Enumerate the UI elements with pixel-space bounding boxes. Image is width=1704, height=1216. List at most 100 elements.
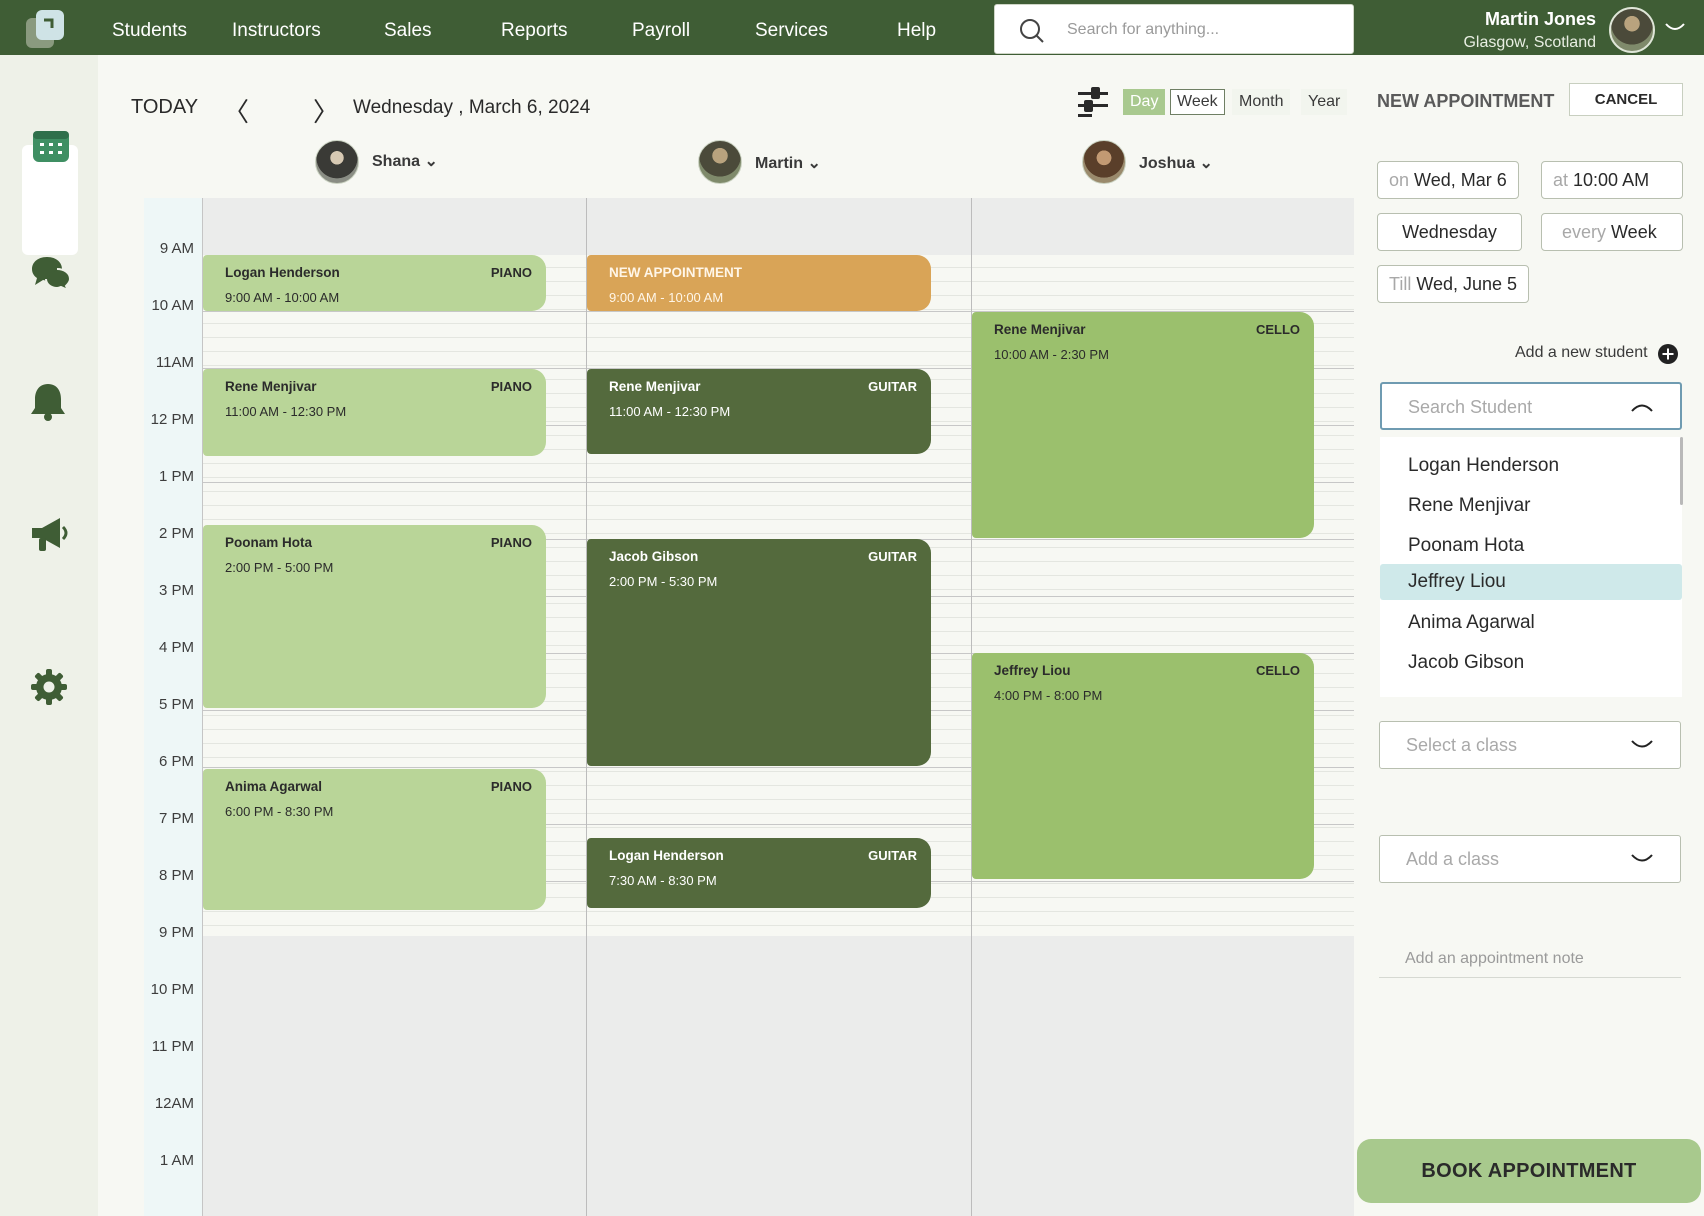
appointment-card[interactable]: Logan Henderson 9:00 AM - 10:00 AM PIANO xyxy=(203,255,546,311)
chevron-down-icon: ⌄ xyxy=(807,155,821,172)
next-day-button[interactable]: 〉 xyxy=(313,92,339,129)
appointment-class: PIANO xyxy=(490,779,532,794)
student-list-scrollbar[interactable] xyxy=(1680,437,1683,505)
time-value: 10:00 AM xyxy=(1573,170,1650,190)
appointment-time: 2:00 PM - 5:00 PM xyxy=(225,560,334,575)
appointment-time: 11:00 AM - 12:30 PM xyxy=(609,404,731,419)
user-avatar[interactable] xyxy=(1609,7,1655,53)
instructor-martin[interactable]: Martin ⌄ xyxy=(755,153,821,173)
time-label: 11AM xyxy=(155,354,194,371)
repeat-field[interactable]: every Week xyxy=(1541,213,1683,251)
appointment-card[interactable]: Rene Menjivar 11:00 AM - 12:30 PM GUITAR xyxy=(587,369,931,454)
instructor-name: Martin xyxy=(755,155,803,172)
appointment-card[interactable]: Poonam Hota 2:00 PM - 5:00 PM PIANO xyxy=(203,525,546,708)
appointment-class: PIANO xyxy=(490,265,532,280)
appointment-time: 2:00 PM - 5:30 PM xyxy=(609,574,718,589)
instructor-avatar-martin[interactable] xyxy=(698,140,742,184)
student-option[interactable]: Anima Agarwal xyxy=(1380,605,1682,641)
student-dropdown-list: Logan Henderson Rene Menjivar Poonam Hot… xyxy=(1380,437,1682,697)
view-day-button[interactable]: Day xyxy=(1123,89,1166,115)
global-search[interactable] xyxy=(994,4,1354,54)
nav-instructors[interactable]: Instructors xyxy=(232,20,321,42)
instructor-shana[interactable]: Shana ⌄ xyxy=(372,151,438,171)
instructor-avatar-shana[interactable] xyxy=(315,140,359,184)
user-location: Glasgow, Scotland xyxy=(1463,34,1596,51)
bell-icon[interactable] xyxy=(30,382,66,422)
chevron-up-icon[interactable] xyxy=(1630,400,1654,412)
instructor-avatar-joshua[interactable] xyxy=(1082,140,1126,184)
calendar-icon[interactable] xyxy=(32,127,70,163)
today-button[interactable]: TODAY xyxy=(131,96,198,119)
appointment-card[interactable]: Rene Menjivar 11:00 AM - 12:30 PM PIANO xyxy=(203,369,546,456)
panel-title: NEW APPOINTMENT xyxy=(1377,91,1555,111)
appointment-card[interactable]: Logan Henderson 7:30 AM - 8:30 PM GUITAR xyxy=(587,838,931,908)
appointment-note-input[interactable] xyxy=(1379,940,1681,978)
student-search[interactable] xyxy=(1380,382,1682,430)
till-field[interactable]: Till Wed, June 5 xyxy=(1377,265,1530,303)
student-option[interactable]: Jacob Gibson xyxy=(1380,645,1682,681)
student-option[interactable]: Poonam Hota xyxy=(1380,528,1682,564)
add-class-dropdown[interactable]: Add a class xyxy=(1379,835,1681,883)
calendar-grid[interactable]: Logan Henderson 9:00 AM - 10:00 AM PIANO… xyxy=(202,198,1354,1216)
off-hours-top xyxy=(203,198,1354,255)
add-student-link[interactable]: Add a new student xyxy=(1515,344,1648,362)
appointment-student: Poonam Hota xyxy=(225,535,313,550)
student-option-selected[interactable]: Jeffrey Liou xyxy=(1380,564,1682,600)
appointment-card[interactable]: Rene Menjivar 10:00 AM - 2:30 PM CELLO xyxy=(972,312,1314,538)
appointment-time: 6:00 PM - 8:30 PM xyxy=(225,804,334,819)
time-prefix: at xyxy=(1553,170,1569,190)
select-class-placeholder: Select a class xyxy=(1406,735,1518,755)
nav-services[interactable]: Services xyxy=(755,20,828,42)
view-month-button[interactable]: Month xyxy=(1232,89,1291,115)
time-label: 1 PM xyxy=(158,468,194,485)
nav-reports[interactable]: Reports xyxy=(501,20,568,42)
nav-students[interactable]: Students xyxy=(112,20,187,42)
appointment-time: 7:30 AM - 8:30 PM xyxy=(609,873,717,888)
time-label: 8 PM xyxy=(158,867,194,884)
time-label: 5 PM xyxy=(158,696,194,713)
gear-icon[interactable] xyxy=(31,669,67,705)
till-value: Wed, June 5 xyxy=(1416,274,1518,294)
time-field[interactable]: at 10:00 AM xyxy=(1541,161,1683,199)
chevron-down-icon xyxy=(1631,854,1653,862)
chevron-down-icon xyxy=(1631,740,1653,748)
chevron-down-icon[interactable] xyxy=(1664,22,1686,34)
search-icon xyxy=(1020,19,1044,43)
logo-icon[interactable] xyxy=(22,8,68,52)
time-label: 1 AM xyxy=(159,1152,194,1169)
view-week-button[interactable]: Week xyxy=(1170,89,1225,115)
student-search-input[interactable] xyxy=(1408,394,1628,420)
chevron-down-icon: ⌄ xyxy=(1199,155,1213,172)
weekday-value: Wednesday xyxy=(1402,222,1497,242)
student-option[interactable]: Rene Menjivar xyxy=(1380,488,1682,524)
select-class-dropdown[interactable]: Select a class xyxy=(1379,721,1681,769)
time-label: 12AM xyxy=(154,1095,194,1112)
chat-icon[interactable] xyxy=(31,255,71,291)
appointment-student: Rene Menjivar xyxy=(994,322,1086,337)
time-label: 2 PM xyxy=(158,525,194,542)
weekday-field[interactable]: Wednesday xyxy=(1377,213,1522,251)
prev-day-button[interactable]: 〈 xyxy=(223,92,249,129)
student-option[interactable]: Logan Henderson xyxy=(1380,448,1682,484)
instructor-joshua[interactable]: Joshua ⌄ xyxy=(1139,153,1213,173)
nav-help[interactable]: Help xyxy=(897,20,936,42)
megaphone-icon[interactable] xyxy=(30,515,70,553)
nav-payroll[interactable]: Payroll xyxy=(632,20,690,42)
time-label: 3 PM xyxy=(158,582,194,599)
appointment-class: PIANO xyxy=(490,535,532,550)
global-search-input[interactable] xyxy=(1067,17,1337,43)
cancel-button[interactable]: CANCEL xyxy=(1569,83,1683,116)
date-field[interactable]: on Wed, Mar 6 xyxy=(1377,161,1519,199)
view-year-button[interactable]: Year xyxy=(1301,89,1348,115)
time-label: 11 PM xyxy=(151,1038,194,1055)
nav-sales[interactable]: Sales xyxy=(384,20,432,42)
new-appointment-card[interactable]: NEW APPOINTMENT 9:00 AM - 10:00 AM xyxy=(587,255,931,311)
filter-icon[interactable] xyxy=(1078,87,1108,117)
repeat-value: Week xyxy=(1611,222,1657,242)
book-appointment-button[interactable]: BOOK APPOINTMENT xyxy=(1357,1139,1701,1203)
appointment-card[interactable]: Anima Agarwal 6:00 PM - 8:30 PM PIANO xyxy=(203,769,546,910)
appointment-card[interactable]: Jeffrey Liou 4:00 PM - 8:00 PM CELLO xyxy=(972,653,1314,879)
appointment-time: 9:00 AM - 10:00 AM xyxy=(609,290,724,305)
appointment-card[interactable]: Jacob Gibson 2:00 PM - 5:30 PM GUITAR xyxy=(587,539,931,766)
plus-circle-icon[interactable] xyxy=(1658,344,1678,364)
